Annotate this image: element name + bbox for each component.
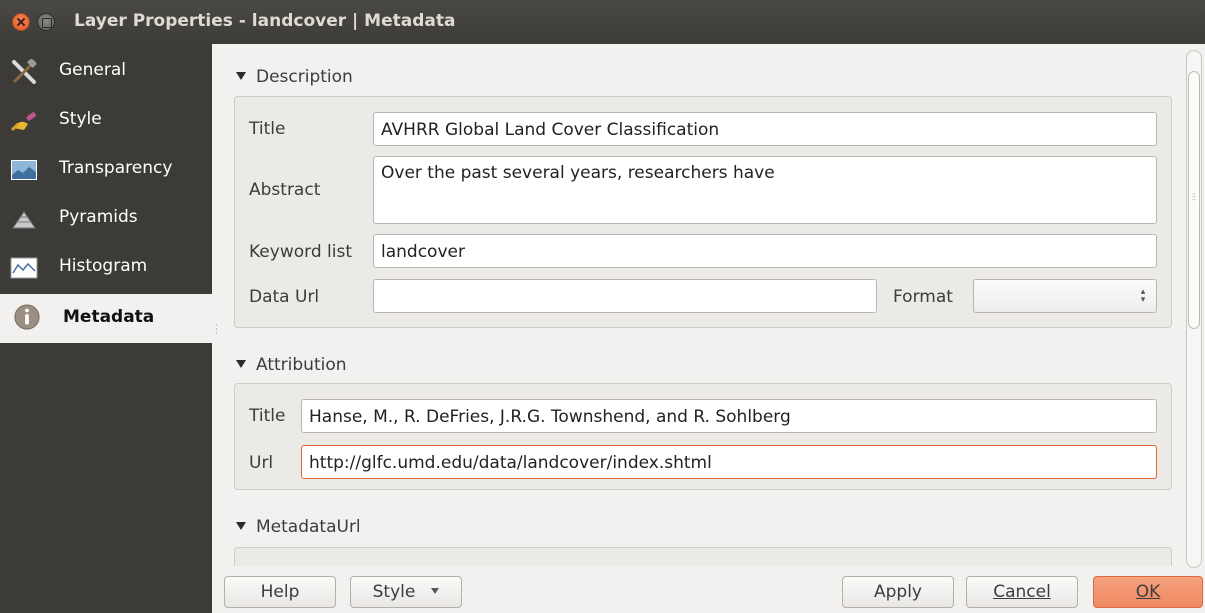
sidebar: · · · General Style Transparency Pyramid… [0, 44, 224, 613]
histogram-icon [10, 257, 38, 279]
tools-icon [12, 59, 37, 84]
sidebar-item-style[interactable]: Style [0, 96, 212, 145]
keyword-list-field[interactable]: landcover [373, 234, 1157, 268]
spin-arrows-icon: ▴ ▾ [1140, 287, 1146, 305]
sidebar-item-metadata[interactable]: Metadata [0, 294, 212, 343]
attribution-url-label: Url [249, 453, 274, 473]
data-url-label: Data Url [249, 287, 320, 307]
attribution-title-label: Title [249, 406, 286, 426]
sidebar-item-label: Metadata [63, 307, 155, 327]
title-field[interactable]: AVHRR Global Land Cover Classification [373, 112, 1157, 146]
close-window-button[interactable] [12, 13, 30, 31]
sidebar-splitter[interactable] [212, 44, 224, 613]
help-button[interactable]: Help [224, 576, 336, 608]
sidebar-item-label: Histogram [59, 256, 148, 276]
attribution-group: Title Hanse, M., R. DeFries, J.R.G. Town… [234, 383, 1172, 490]
sidebar-item-label: Transparency [59, 158, 173, 178]
collapse-triangle-icon [236, 360, 246, 368]
sidebar-item-histogram[interactable]: Histogram [0, 243, 212, 292]
title-bar: Layer Properties - landcover | Metadata [0, 0, 1205, 44]
keyword-list-label: Keyword list [249, 242, 352, 262]
metadataurl-section-header[interactable]: MetadataUrl [236, 517, 361, 537]
brush-icon [10, 112, 37, 132]
splitter-grip: · · · [215, 321, 218, 339]
style-menu-button[interactable]: Style [350, 576, 462, 608]
abstract-field[interactable]: Over the past several years, researchers… [373, 156, 1157, 224]
attribution-title-field[interactable]: Hanse, M., R. DeFries, J.R.G. Townshend,… [301, 399, 1157, 433]
pyramids-icon [12, 211, 36, 229]
format-label: Format [893, 287, 953, 307]
minimize-window-button[interactable] [37, 13, 55, 31]
format-select[interactable]: ▴ ▾ [973, 279, 1157, 313]
metadata-panel: Description Title AVHRR Global Land Cove… [224, 44, 1205, 566]
window-title: Layer Properties - landcover | Metadata [74, 11, 456, 31]
dropdown-arrow-icon [431, 588, 440, 594]
transparency-icon [11, 160, 37, 180]
sidebar-item-label: General [59, 60, 126, 80]
apply-button[interactable]: Apply [842, 576, 954, 608]
sidebar-item-label: Pyramids [59, 207, 138, 227]
info-icon [14, 304, 40, 330]
abstract-label: Abstract [249, 180, 321, 200]
cancel-button[interactable]: Cancel [966, 576, 1078, 608]
sidebar-item-pyramids[interactable]: Pyramids [0, 194, 212, 243]
collapse-triangle-icon [236, 72, 246, 80]
title-label: Title [249, 119, 286, 139]
vertical-scrollbar[interactable]: – – – [1186, 50, 1202, 568]
attribution-section-header[interactable]: Attribution [236, 355, 347, 375]
sidebar-item-general[interactable]: General [0, 47, 212, 96]
sidebar-item-label: Style [59, 109, 102, 129]
ok-button[interactable]: OK [1093, 576, 1203, 608]
description-group: Title AVHRR Global Land Cover Classifica… [234, 96, 1172, 328]
attribution-url-field[interactable]: http://glfc.umd.edu/data/landcover/index… [301, 445, 1157, 479]
scrollbar-thumb[interactable]: – – – [1188, 71, 1200, 329]
data-url-field[interactable] [373, 279, 877, 313]
metadataurl-group [234, 547, 1172, 566]
collapse-triangle-icon [236, 522, 246, 530]
description-section-header[interactable]: Description [236, 67, 353, 87]
sidebar-item-transparency[interactable]: Transparency [0, 145, 212, 194]
